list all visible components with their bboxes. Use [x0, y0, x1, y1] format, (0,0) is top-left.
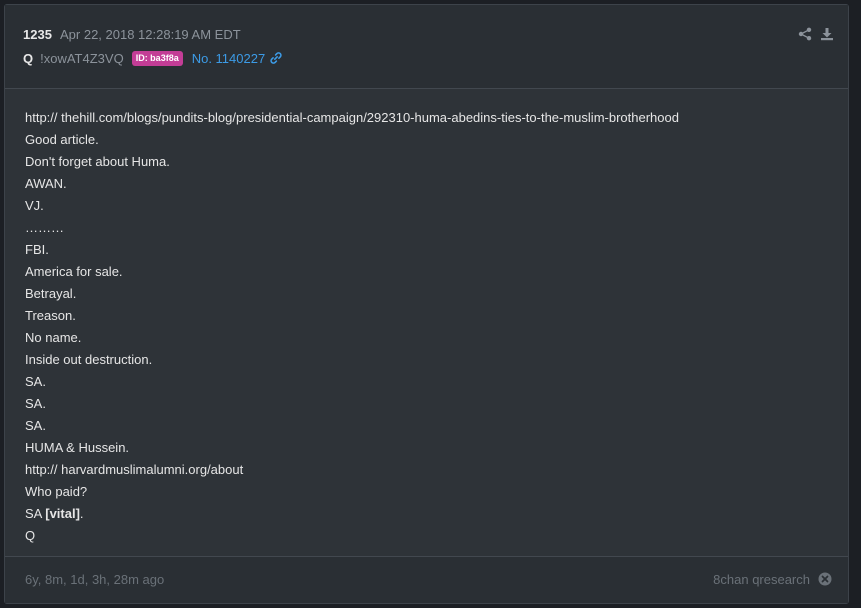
post-footer: 6y, 8m, 1d, 3h, 28m ago 8chan qresearch — [5, 556, 848, 603]
body-line: Betrayal. — [25, 286, 77, 301]
body-line: Good article. — [25, 132, 99, 147]
id-badge[interactable]: ID: ba3f8a — [131, 50, 183, 66]
body-line: VJ. — [25, 198, 44, 213]
body-line: FBI. — [25, 242, 49, 257]
body-line: Inside out destruction. — [25, 352, 153, 367]
body-line: HUMA & Hussein. — [25, 440, 130, 455]
post-card: 1235 Apr 22, 2018 12:28:19 AM EDT Q !xow… — [4, 4, 849, 604]
vital-text: [vital] — [45, 506, 80, 521]
post-number-link[interactable]: No. 1140227 — [192, 51, 266, 66]
vital-prefix: SA — [25, 506, 46, 521]
body-line: No name. — [25, 330, 82, 345]
body-line: SA. — [25, 418, 46, 433]
tripcode: !xowAT4Z3VQ — [40, 50, 124, 66]
author-line: Q !xowAT4Z3VQ ID: ba3f8a No. 1140227 — [23, 49, 283, 67]
vital-suffix: . — [79, 506, 84, 521]
link-icon[interactable] — [269, 51, 283, 65]
body-line-vital: SA [vital]. — [25, 503, 828, 525]
body-line: SA. — [25, 396, 46, 411]
post-actions — [798, 27, 834, 41]
body-line: Don't forget about Huma. — [25, 154, 170, 169]
share-icon[interactable] — [798, 27, 812, 41]
author-name: Q — [23, 50, 34, 66]
body-line: ……… — [25, 220, 64, 235]
close-icon[interactable] — [818, 572, 832, 586]
body-line: http:// thehill.com/blogs/pundits-blog/p… — [25, 110, 679, 125]
body-line: Who paid? — [25, 484, 88, 499]
post-date: Apr 22, 2018 12:28:19 AM EDT — [60, 27, 241, 42]
post-body: http:// thehill.com/blogs/pundits-blog/p… — [25, 107, 828, 547]
body-line: America for sale. — [25, 264, 123, 279]
body-line: http:// harvardmuslimalumni.org/about — [25, 462, 244, 477]
post-header: 1235 Apr 22, 2018 12:28:19 AM EDT Q !xow… — [5, 5, 848, 89]
body-line: Treason. — [25, 308, 76, 323]
time-ago: 6y, 8m, 1d, 3h, 28m ago — [25, 572, 165, 587]
post-number: 1235 — [23, 27, 52, 42]
source-label: 8chan qresearch — [713, 572, 810, 587]
body-signoff: Q — [25, 528, 36, 543]
body-line: AWAN. — [25, 176, 67, 191]
download-icon[interactable] — [820, 27, 834, 41]
body-line: SA. — [25, 374, 46, 389]
